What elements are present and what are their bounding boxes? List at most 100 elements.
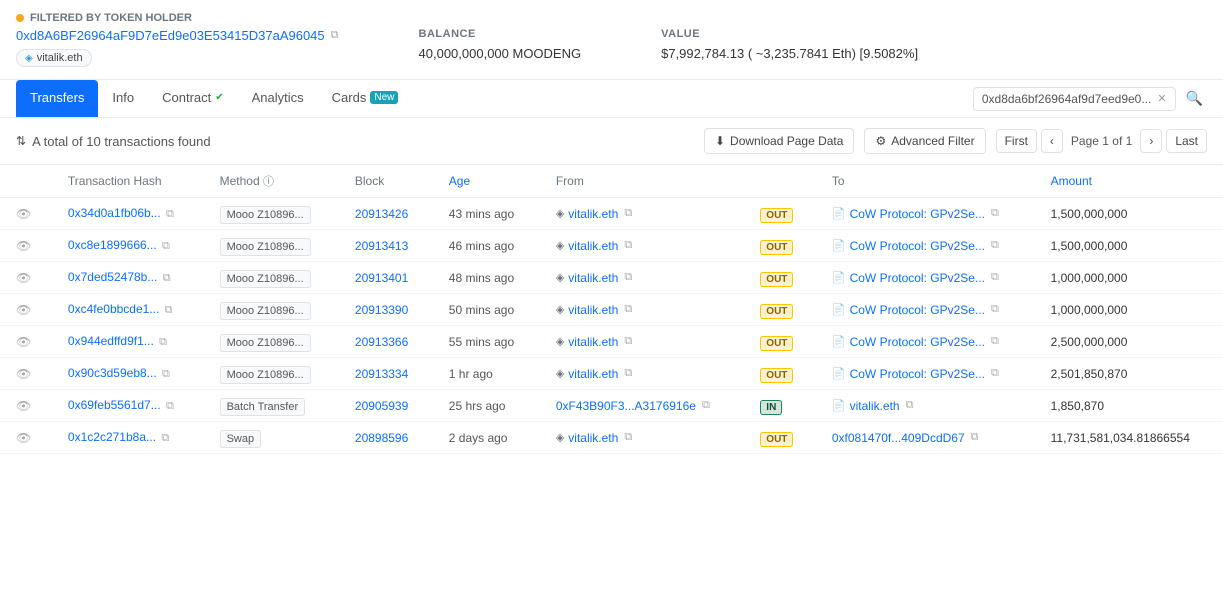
tab-info[interactable]: Info (98, 80, 148, 117)
eye-icon[interactable]: 👁 (16, 271, 31, 285)
block-link[interactable]: 20913366 (355, 335, 408, 349)
search-box: 0xd8da6bf26964af9d7eed9e0... ✕ (973, 87, 1176, 111)
from-link[interactable]: vitalik.eth (568, 431, 618, 445)
from-link[interactable]: vitalik.eth (568, 207, 618, 221)
from-copy-icon[interactable]: ⧉ (624, 431, 632, 444)
tx-copy-icon[interactable]: ⧉ (161, 432, 169, 444)
to-doc-icon: 📄 (832, 303, 846, 316)
from-copy-icon[interactable]: ⧉ (702, 399, 710, 412)
eye-icon[interactable]: 👁 (16, 303, 31, 317)
tx-link[interactable]: 0xc4fe0bbcde1... (68, 302, 159, 316)
new-badge: New (370, 91, 398, 104)
tx-link[interactable]: 0xc8e1899666... (68, 238, 157, 252)
to-link[interactable]: 0xf081470f...409DcdD67 (832, 431, 965, 445)
from-copy-icon[interactable]: ⧉ (624, 303, 632, 316)
to-copy-icon[interactable]: ⧉ (991, 239, 999, 252)
tx-copy-icon[interactable]: ⧉ (163, 272, 171, 284)
last-page-btn[interactable]: Last (1166, 129, 1207, 153)
tx-copy-icon[interactable]: ⧉ (162, 240, 170, 252)
to-link[interactable]: CoW Protocol: GPv2Se... (850, 335, 985, 349)
from-copy-icon[interactable]: ⧉ (624, 335, 632, 348)
from-copy-icon[interactable]: ⧉ (624, 367, 632, 380)
tab-analytics[interactable]: Analytics (238, 80, 318, 117)
from-copy-icon[interactable]: ⧉ (624, 239, 632, 252)
prev-page-btn[interactable]: ‹ (1041, 129, 1063, 153)
eye-icon[interactable]: 👁 (16, 399, 31, 413)
dir-out-badge: OUT (760, 208, 793, 223)
search-button[interactable]: 🔍 (1182, 88, 1207, 109)
tx-copy-icon[interactable]: ⧉ (165, 304, 173, 316)
tx-link[interactable]: 0x7ded52478b... (68, 270, 157, 284)
address-link[interactable]: 0xd8A6BF26964aF9D7eEd9e03E53415D37aA9604… (16, 28, 339, 43)
tab-transfers[interactable]: Transfers (16, 80, 98, 117)
tx-cell: 0x90c3d59eb8... ⧉ (52, 358, 204, 390)
from-link[interactable]: vitalik.eth (568, 367, 618, 381)
tab-contract[interactable]: Contract ✔ (148, 80, 238, 117)
tx-link[interactable]: 0x1c2c271b8a... (68, 430, 156, 444)
to-link[interactable]: CoW Protocol: GPv2Se... (850, 271, 985, 285)
to-copy-icon[interactable]: ⧉ (991, 367, 999, 380)
from-link[interactable]: vitalik.eth (568, 239, 618, 253)
to-copy-icon[interactable]: ⧉ (991, 335, 999, 348)
amount-text: 1,500,000,000 (1051, 239, 1128, 253)
block-link[interactable]: 20913426 (355, 207, 408, 221)
to-link[interactable]: CoW Protocol: GPv2Se... (850, 239, 985, 253)
to-copy-icon[interactable]: ⧉ (991, 271, 999, 284)
tx-link[interactable]: 0x34d0a1fb06b... (68, 206, 161, 220)
block-link[interactable]: 20913390 (355, 303, 408, 317)
tx-copy-icon[interactable]: ⧉ (159, 336, 167, 348)
to-link[interactable]: vitalik.eth (850, 399, 900, 413)
to-copy-icon[interactable]: ⧉ (971, 431, 979, 444)
from-link[interactable]: vitalik.eth (568, 271, 618, 285)
first-page-btn[interactable]: First (996, 129, 1037, 153)
block-link[interactable]: 20905939 (355, 399, 408, 413)
from-link[interactable]: 0xF43B90F3...A3176916e (556, 399, 696, 413)
to-link[interactable]: CoW Protocol: GPv2Se... (850, 207, 985, 221)
tab-cards[interactable]: Cards New (318, 80, 413, 117)
block-link[interactable]: 20913334 (355, 367, 408, 381)
holder-name: vitalik.eth (37, 52, 83, 64)
eye-icon[interactable]: 👁 (16, 431, 31, 445)
age-text: 43 mins ago (449, 207, 514, 221)
to-link[interactable]: CoW Protocol: GPv2Se... (850, 303, 985, 317)
amount-cell: 1,000,000,000 (1035, 262, 1223, 294)
tx-link[interactable]: 0x944edffd9f1... (68, 334, 154, 348)
from-link[interactable]: vitalik.eth (568, 335, 618, 349)
eye-icon[interactable]: 👁 (16, 239, 31, 253)
eye-icon[interactable]: 👁 (16, 207, 31, 221)
block-link[interactable]: 20913401 (355, 271, 408, 285)
to-doc-icon: 📄 (832, 335, 846, 348)
address-copy-icon[interactable]: ⧉ (331, 29, 339, 42)
page-info: Page 1 of 1 (1067, 134, 1136, 148)
amount-cell: 1,500,000,000 (1035, 198, 1223, 230)
tx-copy-icon[interactable]: ⧉ (162, 368, 170, 380)
to-doc-icon: 📄 (832, 367, 846, 380)
block-link[interactable]: 20898596 (355, 431, 408, 445)
from-link[interactable]: vitalik.eth (568, 303, 618, 317)
to-copy-icon[interactable]: ⧉ (906, 399, 914, 412)
tx-link[interactable]: 0x69feb5561d7... (68, 398, 161, 412)
download-btn[interactable]: ⬇ Download Page Data (704, 128, 854, 154)
search-box-close[interactable]: ✕ (1157, 92, 1166, 105)
tx-copy-icon[interactable]: ⧉ (166, 208, 174, 220)
block-link[interactable]: 20913413 (355, 239, 408, 253)
table-row: 👁 0x90c3d59eb8... ⧉ Mooo Z10896... 20913… (0, 358, 1223, 390)
tx-link[interactable]: 0x90c3d59eb8... (68, 366, 157, 380)
eye-icon[interactable]: 👁 (16, 335, 31, 349)
to-cell: 📄 CoW Protocol: GPv2Se... ⧉ (832, 303, 1019, 317)
from-copy-icon[interactable]: ⧉ (624, 271, 632, 284)
results-summary: ⇅ A total of 10 transactions found (16, 134, 211, 149)
tx-copy-icon[interactable]: ⧉ (166, 400, 174, 412)
table-row: 👁 0x69feb5561d7... ⧉ Batch Transfer 2090… (0, 390, 1223, 422)
filter-btn[interactable]: ⚙ Advanced Filter (864, 128, 985, 154)
next-page-btn[interactable]: › (1140, 129, 1162, 153)
to-copy-icon[interactable]: ⧉ (991, 303, 999, 316)
to-copy-icon[interactable]: ⧉ (991, 207, 999, 220)
from-copy-icon[interactable]: ⧉ (624, 207, 632, 220)
block-cell: 20905939 (339, 390, 433, 422)
eye-cell: 👁 (0, 230, 52, 262)
eye-icon[interactable]: 👁 (16, 367, 31, 381)
method-info-icon[interactable]: ⓘ (263, 176, 274, 188)
to-link[interactable]: CoW Protocol: GPv2Se... (850, 367, 985, 381)
table-row: 👁 0x1c2c271b8a... ⧉ Swap 20898596 2 days… (0, 422, 1223, 454)
